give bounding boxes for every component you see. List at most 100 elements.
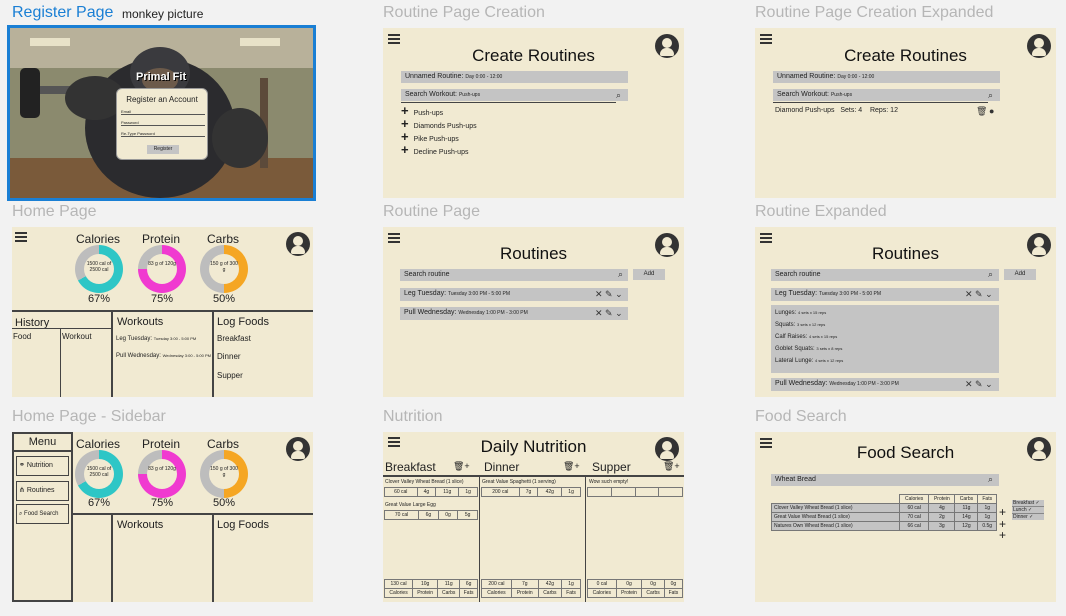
label-routine-expanded[interactable]: Routine Expanded [755,203,887,221]
row-action-icons[interactable]: ✕ ✎ ⌄ [595,289,623,300]
label-food-search[interactable]: Food Search [755,408,847,426]
meal-option[interactable]: Dinner ✓ [1012,514,1044,520]
add-food-icon[interactable]: + [999,528,1006,542]
trash-icon[interactable]: 🗑 [976,106,987,117]
search-workout-input[interactable]: Search Workout: Push-ups [773,89,1000,101]
routine-name: Unnamed Routine: [405,73,464,80]
log-breakfast[interactable]: Breakfast [217,334,251,343]
menu-icon[interactable] [760,233,772,243]
menu-icon[interactable] [388,233,400,243]
password-field[interactable]: Password [121,120,205,126]
routine-row[interactable]: Leg Tuesday: Tuesday 3:00 PM - 5:00 PM [400,288,628,301]
routine-creation-frame: Create Routines Unnamed Routine: Day 0:0… [383,28,684,198]
search-icon[interactable]: ⌕ [988,90,993,101]
food-result-row[interactable]: Clover Valley Wheat Bread (1 slice) 60 ca… [771,503,997,513]
search-routine-input[interactable]: Search routine [400,269,628,281]
protein-ring: 83 g of 120g [138,245,186,293]
row-action-icons[interactable]: ✕ ✎ ⌄ [965,289,993,300]
calories-label: Calories [75,232,120,246]
search-icon[interactable]: ⌕ [618,269,623,280]
menu-icon[interactable] [15,232,27,242]
row-action-icons[interactable]: ✕ ✎ ⌄ [965,379,993,390]
add-button[interactable]: Add [1004,269,1036,280]
home-frame: Calories Protein Carbs 1500 cal of 2500 … [12,227,313,397]
sidebar-title: Menu [14,434,71,452]
workouts-title: Workouts [117,316,164,328]
page-title: Create Routines [844,46,967,65]
meal-option[interactable]: Lunch ✓ [1012,507,1044,514]
search-routine-input[interactable]: Search routine [771,269,999,281]
register-button[interactable]: Register [147,145,179,154]
history-food-col: Food [13,332,32,341]
label-routine-creation[interactable]: Routine Page Creation [383,4,545,22]
protein-percent: 75% [150,497,174,509]
workout-entry[interactable]: Leg Tuesday: Tuesday 3:00 - 5:00 PM [116,336,196,342]
search-icon[interactable]: ⌕ [616,90,621,101]
selected-workout-row: Diamond Push-ups Sets: 4 Reps: 12 [775,107,898,114]
food-item[interactable]: Great Value Spaghetti (1 serving) [482,479,556,485]
label-home[interactable]: Home Page [12,203,97,221]
routine-details: Lunges: 4 sets x 15 reps Squats: 3 sets … [771,305,999,373]
food-macros: 70 cal 6g 0g 5g [383,510,478,520]
menu-icon[interactable] [388,34,400,44]
check-icon[interactable]: ● [989,106,994,116]
protein-percent: 75% [150,293,174,305]
routine-row[interactable]: Pull Wednesday: Wednesday 1:00 PM - 3:00… [400,307,628,320]
label-routine-creation-expanded[interactable]: Routine Page Creation Expanded [755,4,993,22]
food-macros [587,487,683,497]
food-search-input[interactable]: Wheat Bread [771,474,999,486]
food-result-row[interactable]: Natures Own Wheat Bread (1 slice) 66 cal 3… [771,521,997,531]
breakfast-actions[interactable]: 🗑+ [453,461,470,472]
routine-name-bar[interactable]: Unnamed Routine: Day 0:00 - 12:00 [401,71,628,83]
calories-ring: 1500 cal of 2500 cal [75,245,123,293]
register-frame[interactable]: Primal Fit Register an Account Email Pas… [7,25,316,201]
menu-icon[interactable] [760,34,772,44]
label-home-sidebar[interactable]: Home Page - Sidebar [12,408,166,426]
food-item[interactable]: Great Value Large Egg [385,502,436,508]
meal-dropdown[interactable]: Breakfast ✓ Lunch ✓ Dinner ✓ [1012,500,1044,520]
protein-ring: 83 g of 120g [138,450,186,498]
search-icon[interactable]: ⌕ [988,474,993,485]
calories-percent: 67% [87,293,111,305]
search-icon[interactable]: ⌕ [988,269,993,280]
workout-entry[interactable]: Pull Wednesday: Wednesday 3:00 - 5:00 PM [116,353,211,359]
carbs-ring: 150 g of 300 g [200,245,248,293]
profile-icon[interactable] [286,437,310,461]
workouts-title: Workouts [117,519,164,531]
label-nutrition[interactable]: Nutrition [383,408,443,426]
supper-actions[interactable]: 🗑+ [663,461,680,472]
sidebar-item-food-search[interactable]: ⌕ Food Search [16,504,69,524]
dinner-actions[interactable]: 🗑+ [563,461,580,472]
exercise-row: Squats: 3 sets x 12 reps [775,322,826,328]
search-workout-input[interactable]: Search Workout: Push-ups [401,89,628,101]
log-supper[interactable]: Supper [217,371,243,380]
log-dinner[interactable]: Dinner [217,352,241,361]
food-item[interactable]: Clover Valley Wheat Bread (1 slice) [385,479,464,485]
label-register-page[interactable]: Register Page [12,4,113,22]
breakfast-totals: 130 cal 10g 11g 6g Calories Protein Carbs Fats [383,579,478,598]
routine-time: Day 0:00 - 12:00 [465,74,503,80]
dinner-title: Dinner [484,460,520,474]
row-action-icons[interactable]: ✕ ✎ ⌄ [595,308,623,319]
add-icon[interactable]: + [401,142,409,157]
sidebar-item-nutrition[interactable]: ⚭ Nutrition [16,456,69,476]
meal-option[interactable]: Breakfast ✓ [1012,500,1044,507]
add-button[interactable]: Add [633,269,665,280]
label-routine[interactable]: Routine Page [383,203,480,221]
email-field[interactable]: Email [121,109,205,115]
protein-label: Protein [141,437,181,451]
retype-password-field[interactable]: Re-Type Password [121,131,205,137]
page-title: Routines [871,244,940,263]
profile-icon[interactable] [286,232,310,256]
empty-message: Wow such empty! [589,479,629,485]
routine-name-bar[interactable]: Unnamed Routine: Day 0:00 - 12:00 [773,71,1000,83]
sidebar-item-routines[interactable]: ⋔ Routines [16,481,69,501]
register-card: Register an Account Email Password Re-Ty… [116,88,208,160]
food-result-row[interactable]: Great Value Wheat Bread (1 slice) 70 cal 2… [771,512,997,522]
protein-label: Protein [141,232,181,246]
food-macros: 200 cal 7g 42g 1g [481,487,581,497]
carbs-percent: 50% [212,497,236,509]
apple-icon: ⚭ [19,462,25,469]
workout-item[interactable]: + Decline Push-ups [401,142,468,157]
routine-expanded-frame: Routines Search routine ⌕ Add Leg Tuesda… [755,227,1056,397]
